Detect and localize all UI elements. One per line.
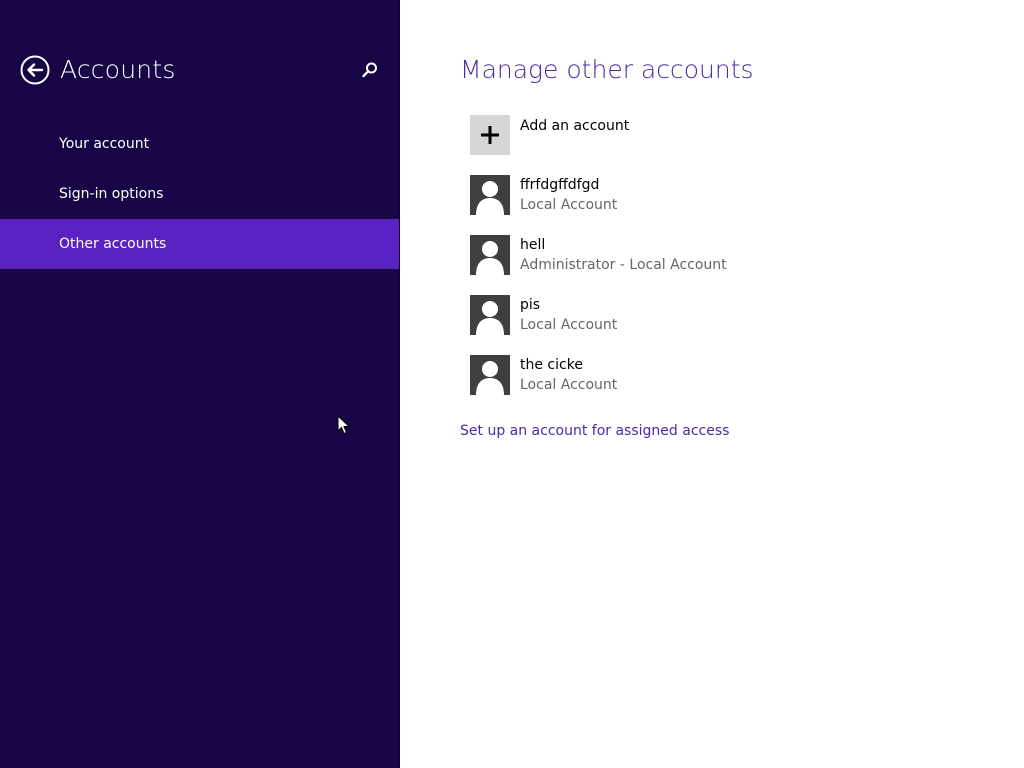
- account-name: ffrfdgffdfgd: [520, 177, 600, 193]
- sidebar-title: Accounts: [60, 55, 176, 84]
- sidebar-item-your-account[interactable]: Your account: [0, 119, 399, 169]
- account-row-ffrfdgffdfgd[interactable]: ffrfdgffdfgd Local Account: [470, 175, 870, 215]
- account-type: Local Account: [520, 317, 618, 333]
- account-name: pis: [520, 297, 541, 313]
- add-account-label[interactable]: Add an account: [520, 116, 629, 136]
- user-avatar-icon: [470, 295, 510, 335]
- user-avatar-icon: [470, 355, 510, 395]
- page-title: Manage other accounts: [460, 55, 754, 84]
- account-name: hell: [520, 237, 546, 253]
- account-row-hell[interactable]: hell Administrator - Local Account: [470, 235, 870, 275]
- sidebar-item-other-accounts[interactable]: Other accounts: [0, 219, 399, 269]
- sidebar-item-sign-in-options[interactable]: Sign-in options: [0, 169, 399, 219]
- user-avatar-icon: [470, 235, 510, 275]
- account-type: Local Account: [520, 377, 618, 393]
- sidebar: Accounts Your account Sign-in options Ot…: [0, 0, 400, 768]
- account-row-the-cicke[interactable]: the cicke Local Account: [470, 355, 870, 395]
- account-name: the cicke: [520, 357, 583, 373]
- mouse-cursor-icon: [337, 415, 351, 435]
- search-icon[interactable]: [361, 61, 379, 79]
- plus-icon: [481, 126, 499, 144]
- add-account-button[interactable]: [470, 115, 510, 155]
- account-row-pis[interactable]: pis Local Account: [470, 295, 870, 335]
- account-type: Local Account: [520, 197, 618, 213]
- main-content: Manage other accounts Add an account ffr…: [400, 0, 1024, 768]
- back-arrow-icon[interactable]: [20, 55, 50, 85]
- pc-settings-window: Accounts Your account Sign-in options Ot…: [0, 0, 1024, 768]
- assigned-access-link[interactable]: Set up an account for assigned access: [460, 421, 729, 441]
- user-avatar-icon: [470, 175, 510, 215]
- account-type: Administrator - Local Account: [520, 257, 727, 273]
- sidebar-header: Accounts: [20, 54, 176, 86]
